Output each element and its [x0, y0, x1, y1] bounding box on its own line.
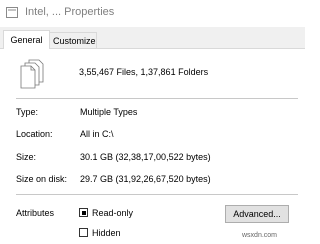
advanced-button[interactable]: Advanced...	[225, 205, 289, 223]
size-on-disk-value: 29.7 GB (31,92,26,67,520 bytes)	[80, 174, 211, 184]
location-label: Location:	[16, 129, 53, 139]
hidden-label[interactable]: Hidden	[92, 228, 121, 238]
type-value: Multiple Types	[80, 107, 138, 117]
size-label: Size:	[16, 152, 37, 162]
attributes-label: Attributes	[16, 208, 55, 218]
size-on-disk-label: Size on disk:	[16, 174, 68, 184]
tab-general[interactable]: General	[3, 30, 50, 49]
read-only-label[interactable]: Read-only	[92, 208, 133, 218]
watermark: wsxdn.com	[242, 232, 278, 239]
hidden-checkbox[interactable]	[79, 228, 88, 237]
divider	[16, 98, 298, 99]
folder-icon	[6, 7, 18, 18]
multiple-files-icon	[20, 59, 44, 89]
location-value: All in C:\	[80, 129, 114, 139]
divider	[16, 194, 298, 195]
read-only-checkbox[interactable]	[79, 208, 88, 217]
title-bar: Intel, ... Properties	[0, 0, 305, 27]
files-summary: 3,55,467 Files, 1,37,861 Folders	[79, 67, 209, 77]
tab-customize[interactable]: Customize	[50, 32, 97, 48]
indeterminate-mark	[81, 210, 86, 215]
size-value: 30.1 GB (32,38,17,00,522 bytes)	[80, 152, 211, 162]
window-title: Intel, ... Properties	[25, 6, 115, 18]
type-label: Type:	[16, 107, 39, 117]
